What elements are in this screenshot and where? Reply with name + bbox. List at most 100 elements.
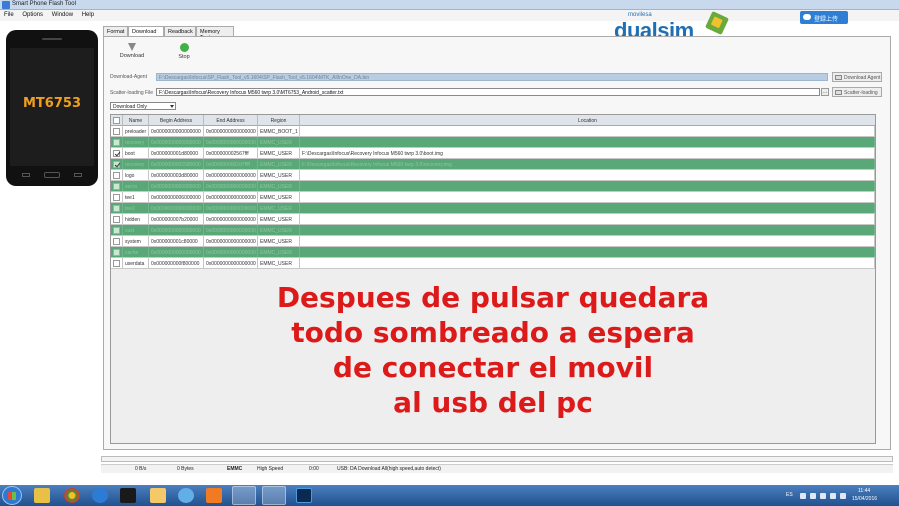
cell-end-address: 0x0000000000000000 bbox=[204, 170, 258, 180]
scatter-file-label: Scatter-loading File bbox=[110, 90, 154, 96]
cell-region: EMMC_USER bbox=[258, 148, 300, 158]
tab-format[interactable]: Format bbox=[103, 26, 128, 36]
row-checkbox[interactable] bbox=[113, 172, 120, 179]
mi-icon[interactable] bbox=[206, 488, 222, 503]
menu-options[interactable]: Options bbox=[18, 10, 46, 18]
cell-begin-address: 0x0000000000000000 bbox=[149, 181, 204, 191]
media-player-icon[interactable] bbox=[34, 488, 50, 503]
row-checkbox[interactable] bbox=[113, 128, 120, 135]
row-checkbox[interactable] bbox=[113, 150, 120, 157]
sim-card-icon bbox=[705, 11, 729, 35]
row-checkbox[interactable] bbox=[113, 205, 120, 212]
table-row[interactable]: cache 0x0000000000000000 0x000000000000000… bbox=[111, 247, 875, 258]
explorer-icon[interactable] bbox=[150, 488, 166, 503]
status-usb-speed: High Speed bbox=[257, 466, 284, 472]
cell-end-address: 0x0000000000000000 bbox=[204, 181, 258, 191]
ie-icon[interactable] bbox=[92, 488, 108, 503]
row-checkbox[interactable] bbox=[113, 183, 120, 190]
row-checkbox[interactable] bbox=[113, 260, 120, 267]
folder-taskbar-icon[interactable] bbox=[232, 486, 256, 505]
stop-button-label: Stop bbox=[178, 54, 190, 60]
cell-begin-address: 0x0000000000000000 bbox=[149, 203, 204, 213]
tray-signal-icon[interactable] bbox=[830, 493, 836, 499]
table-row[interactable]: recovery 0x0000000000000000 0x000000000000… bbox=[111, 137, 875, 148]
tab-memory-test[interactable]: Memory Test bbox=[196, 26, 234, 41]
login-button[interactable]: 登録上传 bbox=[800, 11, 848, 24]
status-message: USB: DA Download All(high speed,auto det… bbox=[337, 466, 441, 472]
header-select-all[interactable] bbox=[111, 115, 123, 126]
tray-flag-icon[interactable] bbox=[810, 493, 816, 499]
phone-home-key bbox=[44, 172, 60, 178]
table-header: Name Begin Address End Address Region Lo… bbox=[111, 115, 875, 126]
table-row[interactable]: boot 0x000000001d80000 0x000000002567fff EM… bbox=[111, 148, 875, 159]
download-agent-field[interactable]: F:\Descargas\Infocus\SP_Flash_Tool_v5.16… bbox=[156, 73, 828, 81]
table-row[interactable]: cust 0x0000000000000000 0x0000000000000000… bbox=[111, 225, 875, 236]
table-row[interactable]: tee1 0x0000000006000000 0x0000000000000000… bbox=[111, 192, 875, 203]
chevron-down-icon bbox=[170, 105, 174, 108]
table-row[interactable]: recovery 0x0000000002580000 0x0000000002d7… bbox=[111, 159, 875, 170]
download-arrow-icon bbox=[128, 43, 136, 51]
download-button[interactable]: Download bbox=[112, 43, 152, 63]
row-checkbox[interactable] bbox=[113, 238, 120, 245]
table-row[interactable]: secro 0x0000000000000000 0x000000000000000… bbox=[111, 181, 875, 192]
tray-language[interactable]: ES bbox=[786, 492, 793, 498]
cell-checkbox bbox=[111, 170, 123, 180]
row-checkbox[interactable] bbox=[113, 249, 120, 256]
cell-end-address: 0x0000000000000000 bbox=[204, 258, 258, 268]
menu-help[interactable]: Help bbox=[78, 10, 97, 18]
scatter-loading-button-label: Scatter-loading bbox=[844, 90, 878, 96]
menu-file[interactable]: File bbox=[0, 10, 17, 18]
row-checkbox[interactable] bbox=[113, 194, 120, 201]
tab-readback[interactable]: Readback bbox=[164, 26, 196, 36]
row-checkbox[interactable] bbox=[113, 161, 120, 168]
cell-region: EMMC_USER bbox=[258, 181, 300, 191]
scatter-loading-button[interactable]: Scatter-loading bbox=[832, 87, 882, 97]
tray-date[interactable]: 15/04/2016 bbox=[852, 496, 877, 502]
network-app-icon[interactable] bbox=[178, 488, 194, 503]
window-title: Smart Phone Flash Tool bbox=[12, 1, 76, 7]
cell-name: cache bbox=[123, 247, 149, 257]
cell-begin-address: 0x000000001d80000 bbox=[149, 148, 204, 158]
scatter-file-field[interactable]: F:\Descargas\Infocus\Recovery Infocus M5… bbox=[156, 88, 820, 96]
start-button[interactable] bbox=[2, 486, 22, 505]
phone-menu-key bbox=[74, 173, 82, 177]
cell-region: EMMC_USER bbox=[258, 192, 300, 202]
row-checkbox[interactable] bbox=[113, 139, 120, 146]
tray-monitor-icon[interactable] bbox=[820, 493, 826, 499]
folder-icon bbox=[835, 90, 842, 95]
table-row[interactable]: userdata 0x000000000f800000 0x000000000000… bbox=[111, 258, 875, 269]
cell-checkbox bbox=[111, 126, 123, 136]
table-row[interactable]: logo 0x000000003d80000 0x0000000000000000 E… bbox=[111, 170, 875, 181]
row-checkbox[interactable] bbox=[113, 227, 120, 234]
tray-time[interactable]: 11:44 bbox=[858, 488, 870, 494]
caption-line-1: Despues de pulsar quedara bbox=[276, 281, 710, 314]
cell-region: EMMC_USER bbox=[258, 203, 300, 213]
flash-tool-taskbar-icon[interactable] bbox=[262, 486, 286, 505]
chrome-icon[interactable] bbox=[64, 488, 80, 503]
table-row[interactable]: system 0x000000001c80000 0x000000000000000… bbox=[111, 236, 875, 247]
caption-line-2: todo sombreado a espera bbox=[291, 316, 695, 349]
select-all-checkbox[interactable] bbox=[113, 117, 120, 124]
tray-arrow-icon[interactable] bbox=[800, 493, 806, 499]
cell-name: logo bbox=[123, 170, 149, 180]
photoshop-icon[interactable] bbox=[296, 488, 312, 503]
menu-window[interactable]: Window bbox=[48, 10, 76, 18]
scatter-browse-button[interactable]: ... bbox=[821, 88, 829, 96]
status-speed: 0 B/s bbox=[135, 466, 147, 472]
login-button-label: 登録上传 bbox=[814, 17, 839, 23]
cell-name: recovery bbox=[123, 137, 149, 147]
terminal-icon[interactable] bbox=[120, 488, 136, 503]
table-row[interactable]: hidden 0x000000007b20000 0x000000000000000… bbox=[111, 214, 875, 225]
cell-checkbox bbox=[111, 148, 123, 158]
table-row[interactable]: preloader 0x0000000000000000 0x00000000000… bbox=[111, 126, 875, 137]
cell-location bbox=[300, 258, 875, 268]
cell-checkbox bbox=[111, 258, 123, 268]
cell-begin-address: 0x000000001c80000 bbox=[149, 236, 204, 246]
cell-begin-address: 0x000000000f800000 bbox=[149, 258, 204, 268]
tray-volume-icon[interactable] bbox=[840, 493, 846, 499]
download-mode-select[interactable]: Download Only bbox=[110, 102, 176, 110]
download-agent-button[interactable]: Download Agent bbox=[832, 72, 882, 82]
row-checkbox[interactable] bbox=[113, 216, 120, 223]
stop-button[interactable]: Stop bbox=[164, 43, 204, 63]
table-row[interactable]: tee2 0x0000000000000000 0x0000000000000000… bbox=[111, 203, 875, 214]
